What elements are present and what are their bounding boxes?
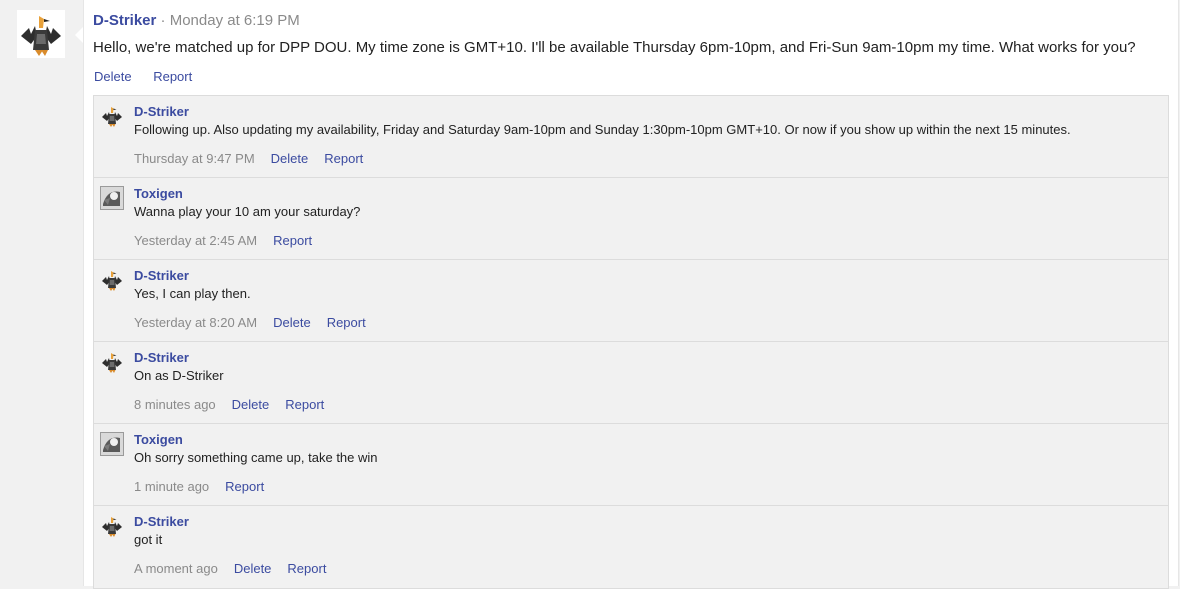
- report-link[interactable]: Report: [225, 479, 264, 494]
- report-link[interactable]: Report: [327, 315, 366, 330]
- reply-text: Wanna play your 10 am your saturday?: [134, 204, 361, 219]
- reply-text: Following up. Also updating my availabil…: [134, 122, 1071, 137]
- reply-author[interactable]: D-Striker: [134, 104, 189, 120]
- striker-avatar-icon[interactable]: [100, 268, 124, 292]
- reply-item: D-Striker Yes, I can play then. Yesterday …: [94, 260, 1168, 342]
- reply-text: Oh sorry something came up, take the win: [134, 450, 378, 465]
- report-link[interactable]: Report: [153, 69, 192, 84]
- reply-text: got it: [134, 532, 163, 547]
- reply-meta: 1 minute ago Report: [134, 479, 280, 495]
- striker-avatar-icon[interactable]: [100, 350, 124, 374]
- delete-link[interactable]: Delete: [232, 397, 270, 412]
- post-header: D-Striker · Monday at 6:19 PM: [93, 12, 300, 30]
- replies-list: D-Striker Following up. Also updating my …: [93, 95, 1169, 589]
- reply-meta: Thursday at 9:47 PM Delete Report: [134, 151, 379, 167]
- delete-link[interactable]: Delete: [271, 151, 309, 166]
- header-separator: ·: [160, 12, 166, 29]
- reply-timestamp[interactable]: Yesterday at 2:45 AM: [134, 233, 257, 248]
- reply-author[interactable]: D-Striker: [134, 268, 189, 284]
- reply-item: Toxigen Wanna play your 10 am your saturd…: [94, 178, 1168, 260]
- striker-avatar-icon: [17, 10, 65, 58]
- main-avatar[interactable]: [17, 10, 65, 58]
- report-link[interactable]: Report: [273, 233, 312, 248]
- reply-item: D-Striker Following up. Also updating my …: [94, 96, 1168, 178]
- reply-author[interactable]: Toxigen: [134, 432, 183, 448]
- striker-avatar-icon[interactable]: [100, 104, 124, 128]
- reply-text: Yes, I can play then.: [134, 286, 251, 301]
- post-author[interactable]: D-Striker: [93, 12, 156, 29]
- reply-author[interactable]: D-Striker: [134, 350, 189, 366]
- reply-timestamp[interactable]: A moment ago: [134, 561, 218, 576]
- delete-link[interactable]: Delete: [273, 315, 311, 330]
- post-body: Hello, we're matched up for DPP DOU. My …: [93, 39, 1136, 56]
- post-timestamp[interactable]: Monday at 6:19 PM: [170, 12, 300, 29]
- reply-timestamp[interactable]: 8 minutes ago: [134, 397, 216, 412]
- toxigen-avatar-icon[interactable]: [100, 186, 124, 210]
- reply-item: D-Striker got it A moment ago Delete Report: [94, 506, 1168, 588]
- reply-timestamp[interactable]: Thursday at 9:47 PM: [134, 151, 255, 166]
- report-link[interactable]: Report: [324, 151, 363, 166]
- reply-author[interactable]: Toxigen: [134, 186, 183, 202]
- reply-meta: Yesterday at 2:45 AM Report: [134, 233, 328, 249]
- report-link[interactable]: Report: [287, 561, 326, 576]
- delete-link[interactable]: Delete: [94, 69, 132, 84]
- reply-meta: 8 minutes ago Delete Report: [134, 397, 340, 413]
- reply-timestamp[interactable]: 1 minute ago: [134, 479, 209, 494]
- report-link[interactable]: Report: [285, 397, 324, 412]
- reply-author[interactable]: D-Striker: [134, 514, 189, 530]
- reply-item: Toxigen Oh sorry something came up, take …: [94, 424, 1168, 506]
- reply-text: On as D-Striker: [134, 368, 224, 383]
- post-actions: Delete Report: [94, 69, 210, 85]
- reply-meta: A moment ago Delete Report: [134, 561, 342, 577]
- striker-avatar-icon[interactable]: [100, 514, 124, 538]
- reply-meta: Yesterday at 8:20 AM Delete Report: [134, 315, 382, 331]
- reply-item: D-Striker On as D-Striker 8 minutes ago Del…: [94, 342, 1168, 424]
- reply-timestamp[interactable]: Yesterday at 8:20 AM: [134, 315, 257, 330]
- card-pointer: [75, 27, 83, 43]
- delete-link[interactable]: Delete: [234, 561, 272, 576]
- toxigen-avatar-icon[interactable]: [100, 432, 124, 456]
